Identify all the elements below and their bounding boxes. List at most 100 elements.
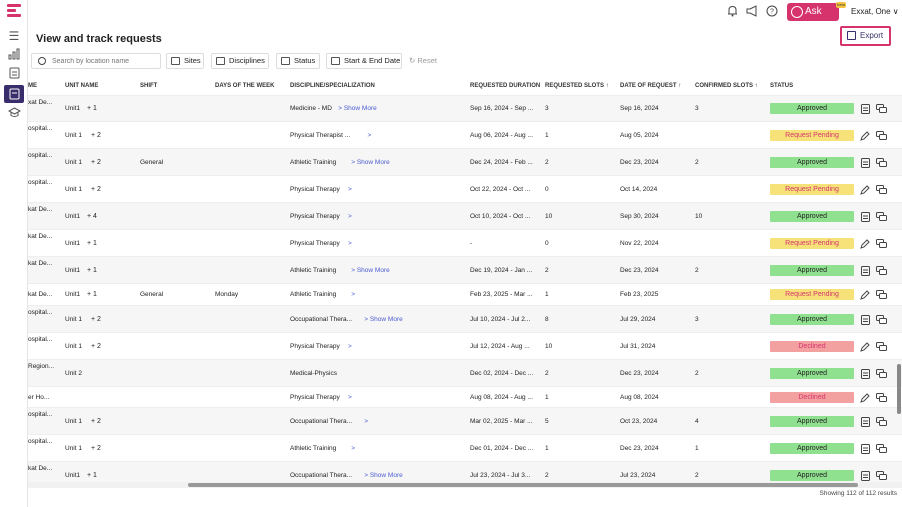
table-row[interactable]: ospital... Unit 1 + 2 Occupational Thera...… <box>28 408 902 435</box>
status-filter-button[interactable]: Status <box>276 53 320 69</box>
table-row[interactable]: ospital... Unit 1 + 2 Athletic Training > Dec… <box>28 435 902 462</box>
show-more-link[interactable]: > Show More <box>338 105 376 112</box>
table-row[interactable]: ospital... Unit 1 + 2 Occupational Thera...… <box>28 306 902 333</box>
col-shift[interactable]: SHIFT <box>140 83 157 89</box>
edit-pencil-icon[interactable] <box>860 290 870 300</box>
more-units-link[interactable]: + 1 <box>87 240 97 247</box>
view-document-icon[interactable] <box>860 315 870 325</box>
view-document-icon[interactable] <box>860 471 870 481</box>
chat-icon[interactable] <box>876 158 887 168</box>
view-document-icon[interactable] <box>860 212 870 222</box>
analytics-icon[interactable] <box>7 48 21 62</box>
chat-icon[interactable] <box>876 266 887 276</box>
more-units-link[interactable]: + 2 <box>91 132 101 139</box>
view-document-icon[interactable] <box>860 369 870 379</box>
more-units-link[interactable]: + 1 <box>87 267 97 274</box>
table-row[interactable]: ospital... Unit 1 + 2 Physical Therapy > Oct … <box>28 176 902 203</box>
chat-icon[interactable] <box>876 369 887 379</box>
col-discipline[interactable]: DISCIPLINE/SPECIALIZATION <box>290 83 375 89</box>
graduation-cap-icon[interactable] <box>7 107 21 121</box>
show-more-link[interactable]: > Show More <box>364 472 402 479</box>
show-more-link[interactable]: > <box>351 291 355 298</box>
view-document-icon[interactable] <box>860 158 870 168</box>
edit-pencil-icon[interactable] <box>860 239 870 249</box>
edit-pencil-icon[interactable] <box>860 342 870 352</box>
chat-icon[interactable] <box>876 471 887 481</box>
col-confirmed-slots[interactable]: CONFIRMED SLOTS ↑ <box>695 83 758 89</box>
chat-icon[interactable] <box>876 104 887 114</box>
document-icon[interactable] <box>7 67 21 81</box>
view-document-icon[interactable] <box>860 266 870 276</box>
more-units-link[interactable]: + 4 <box>87 213 97 220</box>
horizontal-scrollbar[interactable] <box>188 483 858 487</box>
show-more-link[interactable]: > <box>348 213 352 220</box>
reset-button[interactable]: ↻ Reset <box>409 56 437 65</box>
megaphone-icon[interactable] <box>745 5 759 19</box>
table-row[interactable]: ospital... Unit 1 + 2 General Athletic Train… <box>28 149 902 176</box>
table-row[interactable]: ospital... Unit 1 + 2 Physical Therapy > Jul … <box>28 333 902 360</box>
date-filter-button[interactable]: Start & End Date <box>326 53 402 69</box>
table-row[interactable]: Region... Unit 2 Medical-Physics Dec 02, 20… <box>28 360 902 387</box>
more-units-link[interactable]: + 2 <box>91 186 101 193</box>
show-more-link[interactable]: > <box>368 132 372 139</box>
chat-icon[interactable] <box>876 417 887 427</box>
more-units-link[interactable]: + 1 <box>87 472 97 479</box>
chat-icon[interactable] <box>876 393 887 403</box>
show-more-link[interactable]: > <box>348 343 352 350</box>
col-unit-name[interactable]: UNIT NAME <box>65 83 98 89</box>
col-days-of-week[interactable]: DAYS OF THE WEEK <box>215 83 274 89</box>
view-document-icon[interactable] <box>860 444 870 454</box>
more-units-link[interactable]: + 1 <box>87 291 97 298</box>
show-more-link[interactable]: > <box>351 445 355 452</box>
edit-pencil-icon[interactable] <box>860 393 870 403</box>
more-units-link[interactable]: + 1 <box>87 105 97 112</box>
table-row[interactable]: ospital... Unit 1 + 2 Physical Therapist ..… <box>28 122 902 149</box>
show-more-link[interactable]: > Show More <box>364 316 402 323</box>
table-row[interactable]: kat De... Unit1 + 4 Physical Therapy > Oct 10… <box>28 203 902 230</box>
col-date-of-request[interactable]: DATE OF REQUEST ↑ <box>620 83 681 89</box>
show-more-link[interactable]: > <box>348 186 352 193</box>
col-requested-slots[interactable]: REQUESTED SLOTS ↑ <box>545 83 609 89</box>
user-menu[interactable]: Exxat, One ∨ <box>851 7 899 16</box>
table-row[interactable]: kat De... Unit1 + 1 Physical Therapy > - 0 Nov … <box>28 230 902 257</box>
show-more-link[interactable]: > Show More <box>351 267 389 274</box>
chat-icon[interactable] <box>876 185 887 195</box>
chat-icon[interactable] <box>876 315 887 325</box>
chat-icon[interactable] <box>876 239 887 249</box>
search-box[interactable] <box>31 53 161 69</box>
edit-pencil-icon[interactable] <box>860 185 870 195</box>
help-icon[interactable]: ? <box>765 5 779 19</box>
chat-icon[interactable] <box>876 290 887 300</box>
chat-icon[interactable] <box>876 342 887 352</box>
table-row[interactable]: er Ho... Physical Therapy > Aug 08, 2024 - … <box>28 387 902 408</box>
more-units-link[interactable]: + 2 <box>91 445 101 452</box>
table-row[interactable]: kat De... Unit1 + 1 Occupational Thera... > … <box>28 462 902 483</box>
disciplines-filter-button[interactable]: Disciplines <box>211 53 269 69</box>
show-more-link[interactable]: > <box>348 240 352 247</box>
show-more-link[interactable]: > <box>364 418 368 425</box>
show-more-link[interactable]: > Show More <box>351 159 389 166</box>
more-units-link[interactable]: + 2 <box>91 316 101 323</box>
search-input[interactable] <box>52 55 157 67</box>
app-logo[interactable] <box>7 4 21 20</box>
col-requested-duration[interactable]: REQUESTED DURATION <box>470 83 540 89</box>
more-units-link[interactable]: + 2 <box>91 343 101 350</box>
requests-nav-icon[interactable] <box>4 85 24 103</box>
col-status[interactable]: STATUS <box>770 83 793 89</box>
edit-pencil-icon[interactable] <box>860 131 870 141</box>
col-location-name[interactable]: ME <box>28 83 37 89</box>
chat-icon[interactable] <box>876 212 887 222</box>
ask-leo-button[interactable]: Ask Leo <box>787 3 839 35</box>
bell-icon[interactable] <box>725 5 739 19</box>
view-document-icon[interactable] <box>860 104 870 114</box>
chat-icon[interactable] <box>876 444 887 454</box>
sites-filter-button[interactable]: Sites <box>166 53 204 69</box>
table-row[interactable]: xat De... Unit1 + 1 Medicine - MD > Show Mor… <box>28 96 902 122</box>
menu-icon[interactable]: ☰ <box>7 29 21 43</box>
export-button[interactable]: Export <box>840 26 891 46</box>
chat-icon[interactable] <box>876 131 887 141</box>
more-units-link[interactable]: + 2 <box>91 159 101 166</box>
table-row[interactable]: kat De... Unit1 + 1 General Monday Athletic T… <box>28 284 902 306</box>
vertical-scrollbar[interactable] <box>897 364 901 414</box>
table-row[interactable]: kat De... Unit1 + 1 Athletic Training > Show… <box>28 257 902 284</box>
